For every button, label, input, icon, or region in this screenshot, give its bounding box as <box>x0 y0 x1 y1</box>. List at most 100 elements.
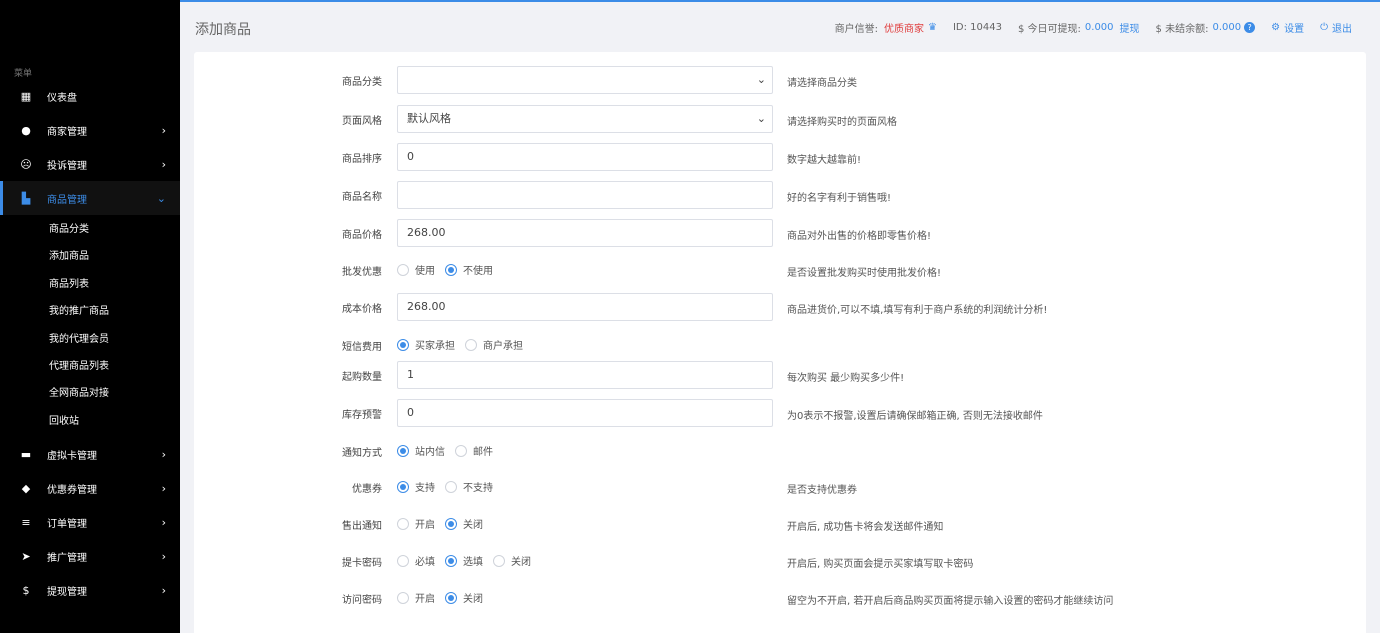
field-label: 访问密码 <box>342 595 382 606</box>
sidebar-subitem-product-list[interactable]: 商品列表 <box>49 271 89 298</box>
sidebar-item-promotion[interactable]: ➤ 推广管理 › <box>0 539 180 573</box>
sidebar-item-complaints[interactable]: ☹ 投诉管理 › <box>0 147 180 181</box>
radio-merchant[interactable]: 商户承担 <box>465 337 523 352</box>
radio-circle <box>397 517 409 530</box>
radio-optional[interactable]: 选填 <box>445 553 483 568</box>
radio-label: 不使用 <box>463 266 493 277</box>
sidebar-item-coupons[interactable]: ◆ 优惠券管理 › <box>0 471 180 505</box>
help-icon[interactable]: ? <box>1244 22 1256 33</box>
radio-circle <box>493 554 505 567</box>
sidebar-item-orders[interactable]: ≡ 订单管理 › <box>0 505 180 539</box>
radio-circle <box>397 444 409 457</box>
sidebar-item-dashboard[interactable]: ▦ 仪表盘 <box>0 79 180 113</box>
sidebar-subitem-agent-products[interactable]: 代理商品列表 <box>49 353 109 380</box>
power-icon[interactable]: ⏻ <box>1320 22 1328 33</box>
active-indicator <box>0 181 3 215</box>
radio-circle <box>445 591 457 604</box>
radio-label: 关闭 <box>463 594 483 605</box>
radio-label: 不支持 <box>463 483 493 494</box>
access-pwd-radio-group: 开启 关闭 <box>397 590 493 605</box>
field-help: 商品对外出售的价格即零售价格! <box>787 231 932 242</box>
radio-circle <box>397 263 409 276</box>
wholesale-radio-group: 使用 不使用 <box>397 262 503 277</box>
chevron-right-icon: › <box>161 123 166 137</box>
radio-off[interactable]: 关闭 <box>493 553 531 568</box>
field-help: 开启后, 成功售卡将会发送邮件通知 <box>787 522 944 533</box>
radio-support[interactable]: 支持 <box>397 479 435 494</box>
radio-off[interactable]: 关闭 <box>445 590 483 605</box>
radio-on[interactable]: 开启 <box>397 516 435 531</box>
radio-circle <box>455 444 467 457</box>
sidebar-item-label: 优惠券管理 <box>47 484 97 496</box>
field-help: 开启后, 购买页面会提示买家填写取卡密码 <box>787 559 974 570</box>
radio-required[interactable]: 必填 <box>397 553 435 568</box>
field-label: 成本价格 <box>342 304 382 315</box>
sidebar-item-withdraw[interactable]: $ 提现管理 › <box>0 573 180 607</box>
style-select[interactable]: 默认风格 ⌄ <box>397 105 773 133</box>
sold-notify-radio-group: 开启 关闭 <box>397 516 493 531</box>
name-input[interactable] <box>397 181 773 209</box>
radio-not-use[interactable]: 不使用 <box>445 262 493 277</box>
sidebar-subitem-category[interactable]: 商品分类 <box>49 216 89 243</box>
sort-input[interactable]: 0 <box>397 143 773 171</box>
frown-icon: ☹ <box>20 157 32 171</box>
sidebar-caption: 菜单 <box>14 69 33 79</box>
sidebar-item-label: 虚拟卡管理 <box>47 450 97 462</box>
radio-circle <box>445 263 457 276</box>
list-icon: ≡ <box>21 515 31 529</box>
field-help: 请选择商品分类 <box>787 78 857 89</box>
radio-buyer[interactable]: 买家承担 <box>397 337 455 352</box>
user-icon: ● <box>21 123 31 137</box>
sidebar-item-products[interactable]: ▙ 商品管理 ⌄ <box>0 181 180 215</box>
sidebar-subitem-recycle-bin[interactable]: 回收站 <box>49 408 79 435</box>
send-icon: ➤ <box>21 549 31 563</box>
chevron-down-icon: ⌄ <box>756 73 766 86</box>
radio-label: 开启 <box>415 594 435 605</box>
radio-circle <box>397 480 409 493</box>
card-pwd-radio-group: 必填 选填 关闭 <box>397 553 541 568</box>
field-help: 数字越大越靠前! <box>787 155 862 166</box>
radio-email[interactable]: 邮件 <box>455 443 493 458</box>
radio-circle <box>465 338 477 351</box>
sidebar-subitem-my-agents[interactable]: 我的代理会员 <box>49 326 109 353</box>
radio-circle <box>445 480 457 493</box>
sidebar-item-virtual-card[interactable]: ▬ 虚拟卡管理 › <box>0 437 180 471</box>
withdrawable-value: 0.000 <box>1084 22 1114 33</box>
credit-value: 优质商家 <box>884 24 924 35</box>
radio-use[interactable]: 使用 <box>397 262 435 277</box>
chevron-down-icon: ⌄ <box>756 112 766 125</box>
sidebar-subitem-add-product[interactable]: 添加商品 <box>49 243 89 270</box>
chevron-down-icon: ⌄ <box>156 191 166 205</box>
chevron-right-icon: › <box>161 157 166 171</box>
settings-link[interactable]: 设置 <box>1284 20 1304 35</box>
sidebar-item-merchant[interactable]: ● 商家管理 › <box>0 113 180 147</box>
min-qty-input[interactable]: 1 <box>397 361 773 389</box>
coupon-radio-group: 支持 不支持 <box>397 479 503 494</box>
category-select[interactable]: ⌄ <box>397 66 773 94</box>
sidebar-subitem-my-promotions[interactable]: 我的推广商品 <box>49 298 109 325</box>
field-label: 起购数量 <box>342 372 382 383</box>
gear-icon[interactable]: ⚙ <box>1271 22 1280 33</box>
radio-off[interactable]: 关闭 <box>445 516 483 531</box>
radio-not-support[interactable]: 不支持 <box>445 479 493 494</box>
field-help: 为0表示不报警,设置后请确保邮箱正确, 否则无法接收邮件 <box>787 411 1043 422</box>
unsettled-label: $ 未结余额: <box>1155 24 1209 35</box>
page-title: 添加商品 <box>195 22 251 38</box>
price-input[interactable]: 268.00 <box>397 219 773 247</box>
field-help: 每次购买 最少购买多少件! <box>787 373 905 384</box>
form-card: 商品分类 ⌄ 请选择商品分类 页面风格 默认风格 ⌄ 请选择购买时的页面风格 商品… <box>194 52 1366 633</box>
radio-on[interactable]: 开启 <box>397 590 435 605</box>
crown-icon: ♛ <box>928 22 937 33</box>
chevron-right-icon: › <box>161 515 166 529</box>
logout-link[interactable]: 退出 <box>1332 20 1352 35</box>
stock-alert-input[interactable]: 0 <box>397 399 773 427</box>
radio-inbox[interactable]: 站内信 <box>397 443 445 458</box>
sidebar-subitem-network-dock[interactable]: 全网商品对接 <box>49 380 109 407</box>
field-label: 商品分类 <box>342 77 382 88</box>
cost-input[interactable]: 268.00 <box>397 293 773 321</box>
shopping-bag-icon: ▙ <box>21 191 31 205</box>
chevron-right-icon: › <box>161 447 166 461</box>
sidebar-item-label: 仪表盘 <box>47 92 77 104</box>
sidebar-item-label: 提现管理 <box>47 586 87 598</box>
withdraw-link[interactable]: 提现 <box>1120 20 1140 35</box>
